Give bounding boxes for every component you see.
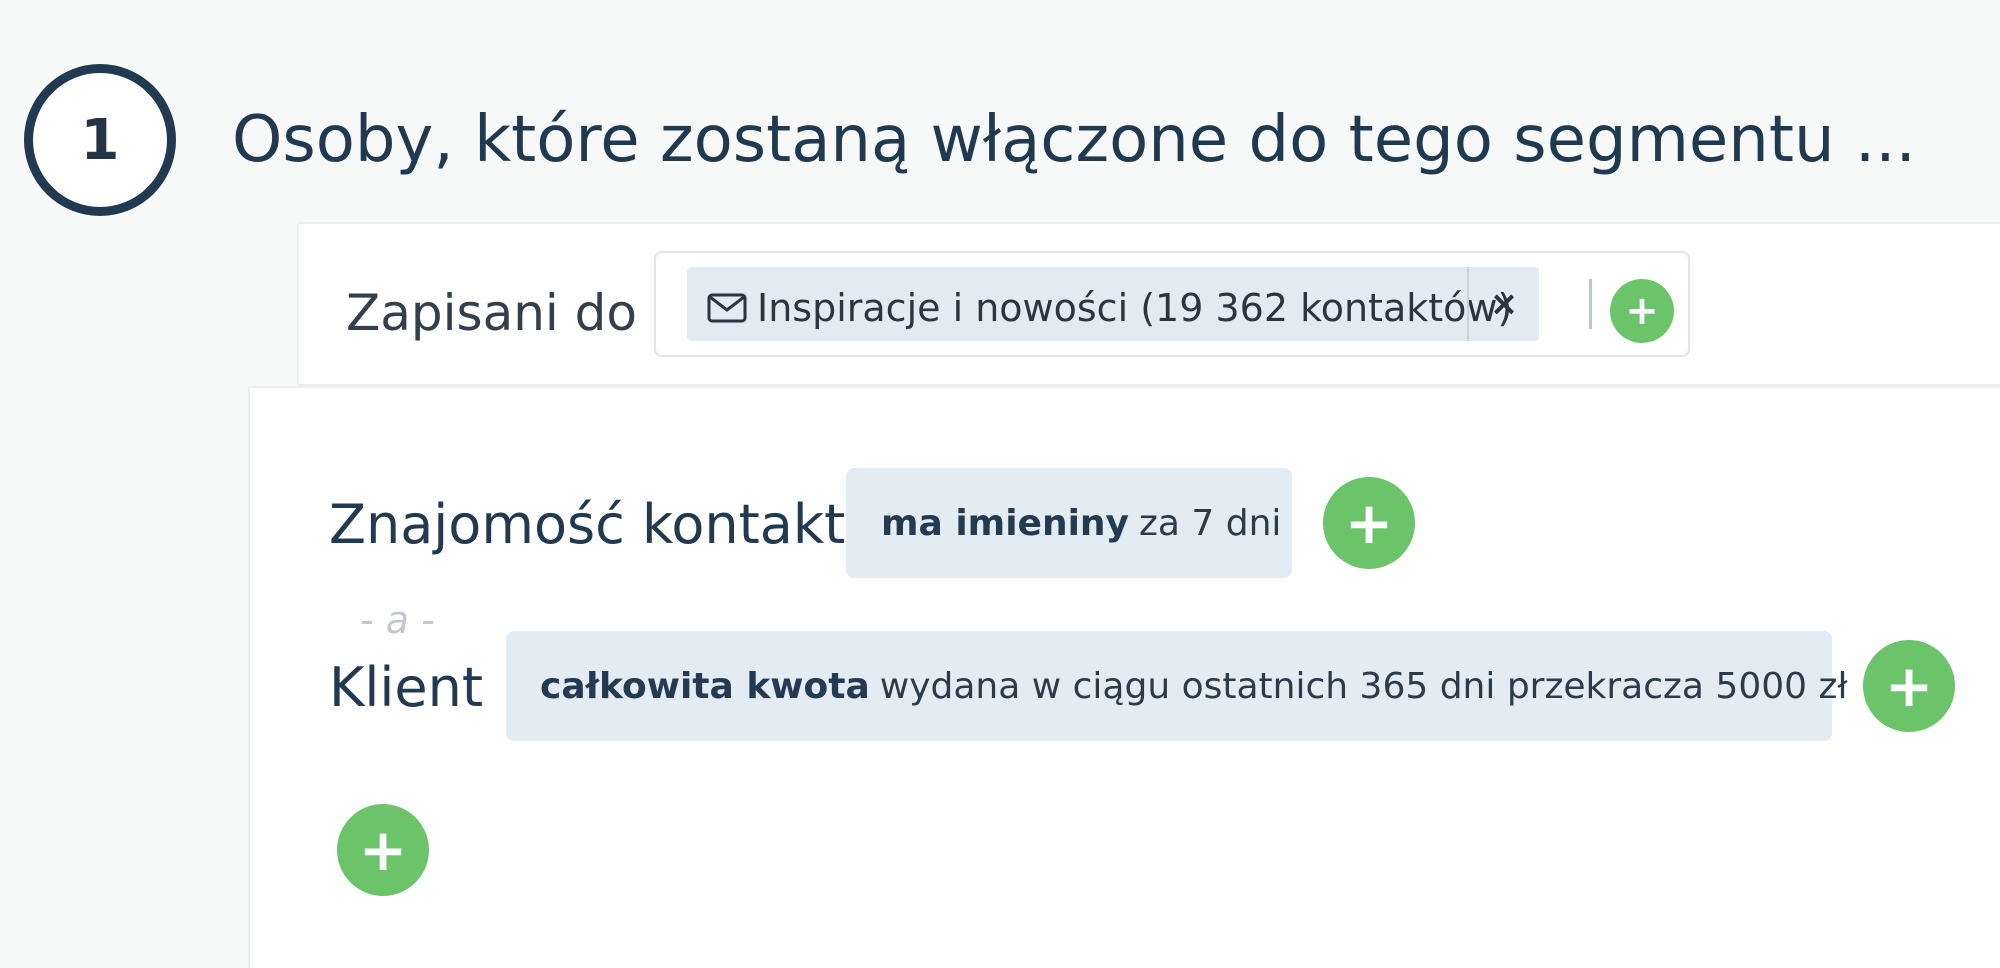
condition-chip-name-day[interactable]: ma imieniny za 7 dni [846, 468, 1292, 578]
add-list-button[interactable]: + [1610, 279, 1674, 343]
condition-chip-bold-text: ma imieniny [881, 502, 1130, 544]
condition-label-contact-knowledge: Znajomość kontaktu [329, 493, 880, 556]
and-connector: - a - [360, 598, 435, 642]
add-condition-group-button[interactable]: + [337, 804, 429, 896]
subscribed-label: Zapisani do [346, 284, 638, 342]
condition-chip-bold-text: całkowita kwota [540, 665, 870, 707]
condition-chip-total-spent[interactable]: całkowita kwota wydana w ciągu ostatnich… [506, 631, 1848, 741]
condition-chip-rest-text: wydana w ciągu ostatnich 365 dni przekra… [879, 665, 1848, 707]
remove-tag-button[interactable]: × [1469, 267, 1539, 341]
input-separator [1589, 279, 1592, 329]
add-condition-button-client[interactable]: + [1863, 640, 1955, 732]
condition-label-client: Klient [329, 656, 484, 719]
step-title: Osoby, które zostaną włączone do tego se… [232, 103, 1916, 177]
add-condition-button-contact-knowledge[interactable]: + [1323, 477, 1415, 569]
envelope-icon [707, 293, 747, 323]
condition-chip-rest-text: za 7 dni [1139, 502, 1282, 544]
step-number-badge: 1 [24, 64, 176, 216]
list-tag-label: Inspiracje i nowości (19 362 kontaktów) [757, 286, 1513, 330]
